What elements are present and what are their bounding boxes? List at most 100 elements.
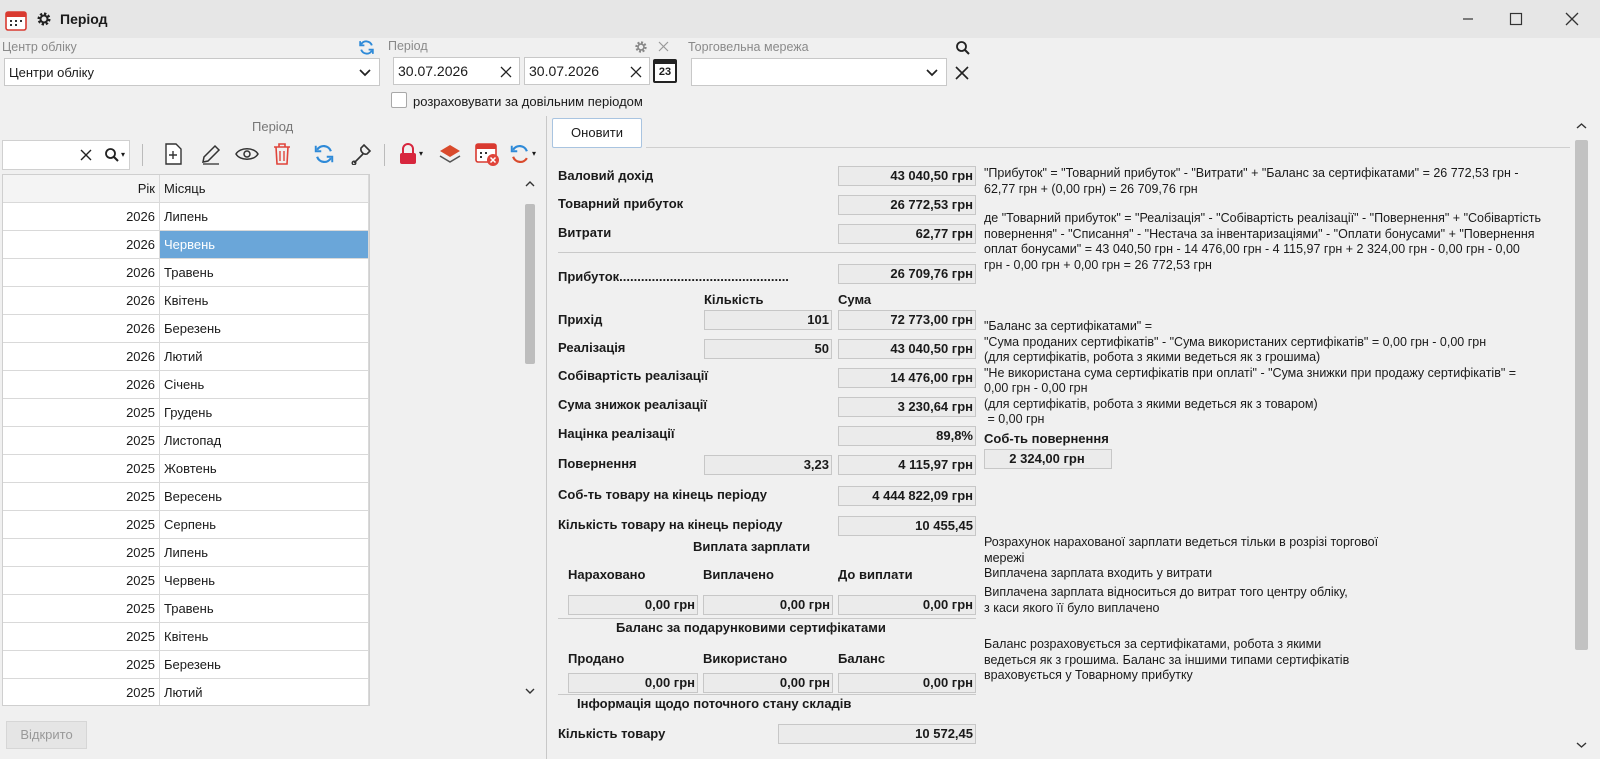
refresh-icon[interactable] bbox=[509, 143, 531, 165]
year-cell[interactable]: 2025 bbox=[3, 539, 160, 566]
table-row[interactable]: 2025 Листопад bbox=[3, 427, 369, 455]
table-row[interactable]: 2025 Вересень bbox=[3, 483, 369, 511]
month-cell[interactable]: Квітень bbox=[160, 287, 369, 314]
year-cell[interactable]: 2025 bbox=[3, 623, 160, 650]
chevron-down-icon[interactable] bbox=[525, 687, 535, 695]
year-cell[interactable]: 2026 bbox=[3, 231, 160, 258]
year-cell[interactable]: 2026 bbox=[3, 259, 160, 286]
refresh-icon[interactable] bbox=[313, 143, 335, 165]
year-cell[interactable]: 2026 bbox=[3, 287, 160, 314]
report-scrollbar[interactable] bbox=[1572, 116, 1592, 759]
qty-header: Кількість bbox=[704, 292, 764, 307]
year-cell[interactable]: 2025 bbox=[3, 511, 160, 538]
table-row[interactable]: 2026 Лютий bbox=[3, 343, 369, 371]
report-scrollbar-thumb[interactable] bbox=[1575, 140, 1588, 650]
clear-icon[interactable] bbox=[658, 41, 669, 52]
month-cell[interactable]: Грудень bbox=[160, 399, 369, 426]
year-cell[interactable]: 2025 bbox=[3, 595, 160, 622]
lock-icon[interactable] bbox=[398, 143, 418, 165]
year-cell[interactable]: 2026 bbox=[3, 371, 160, 398]
clear-icon[interactable] bbox=[500, 66, 512, 78]
year-cell[interactable]: 2026 bbox=[3, 343, 160, 370]
month-cell[interactable]: Липень bbox=[160, 539, 369, 566]
calendar-button[interactable]: 23 bbox=[653, 59, 677, 83]
year-cell[interactable]: 2026 bbox=[3, 315, 160, 342]
table-row[interactable]: 2026 Березень bbox=[3, 315, 369, 343]
grid-search-input[interactable]: ▾ bbox=[2, 140, 130, 170]
table-row[interactable]: 2025 Травень bbox=[3, 595, 369, 623]
center-select[interactable]: Центри обліку bbox=[4, 58, 380, 86]
date-from-input[interactable]: 30.07.2026 bbox=[393, 57, 520, 85]
month-cell[interactable]: Вересень bbox=[160, 483, 369, 510]
table-row[interactable]: 2025 Липень bbox=[3, 539, 369, 567]
year-cell[interactable]: 2025 bbox=[3, 427, 160, 454]
year-cell[interactable]: 2025 bbox=[3, 567, 160, 594]
refresh-menu-chevron[interactable]: ▾ bbox=[532, 149, 536, 158]
table-row[interactable]: 2026 Квітень bbox=[3, 287, 369, 315]
month-cell[interactable]: Жовтень bbox=[160, 455, 369, 482]
table-row[interactable]: 2025 Червень bbox=[3, 567, 369, 595]
network-select[interactable] bbox=[691, 58, 947, 86]
maximize-button[interactable] bbox=[1488, 0, 1544, 38]
month-cell[interactable]: Квітень bbox=[160, 623, 369, 650]
month-cell[interactable]: Травень bbox=[160, 259, 369, 286]
grid-scrollbar[interactable] bbox=[521, 174, 540, 706]
table-row[interactable]: 2026 Травень bbox=[3, 259, 369, 287]
month-cell[interactable]: Січень bbox=[160, 371, 369, 398]
grid-scrollbar-thumb[interactable] bbox=[525, 204, 535, 364]
year-cell[interactable]: 2025 bbox=[3, 679, 160, 705]
close-window-button[interactable] bbox=[1544, 0, 1600, 38]
month-cell[interactable]: Червень bbox=[160, 231, 369, 258]
month-cell[interactable]: Лютий bbox=[160, 343, 369, 370]
month-cell[interactable]: Березень bbox=[160, 651, 369, 678]
month-cell[interactable]: Листопад bbox=[160, 427, 369, 454]
table-row[interactable]: 2025 Лютий bbox=[3, 679, 369, 705]
month-cell[interactable]: Липень bbox=[160, 203, 369, 230]
window-title: Період bbox=[60, 11, 108, 27]
lock-menu-chevron[interactable]: ▾ bbox=[419, 149, 423, 158]
table-row[interactable]: 2025 Жовтень bbox=[3, 455, 369, 483]
edit-icon[interactable] bbox=[200, 143, 222, 165]
date-to-input[interactable]: 30.07.2026 bbox=[524, 57, 650, 85]
table-row[interactable]: 2025 Березень bbox=[3, 651, 369, 679]
chevron-up-icon[interactable] bbox=[1576, 122, 1587, 130]
calendar-close-icon[interactable] bbox=[474, 141, 500, 167]
search-icon[interactable] bbox=[104, 147, 120, 163]
chevron-down-icon[interactable] bbox=[1576, 741, 1587, 749]
clear-icon[interactable] bbox=[80, 149, 92, 161]
month-cell[interactable]: Червень bbox=[160, 567, 369, 594]
table-row[interactable]: 2026 Січень bbox=[3, 371, 369, 399]
refresh-report-button[interactable]: Оновити bbox=[552, 118, 642, 148]
month-cell[interactable]: Березень bbox=[160, 315, 369, 342]
column-year[interactable]: Рік bbox=[3, 175, 160, 202]
arbitrary-period-checkbox[interactable] bbox=[391, 92, 407, 108]
refresh-icon[interactable] bbox=[358, 39, 375, 56]
new-document-icon[interactable] bbox=[163, 142, 183, 166]
layers-icon[interactable] bbox=[438, 142, 462, 166]
year-cell[interactable]: 2025 bbox=[3, 651, 160, 678]
month-cell[interactable]: Лютий bbox=[160, 679, 369, 705]
gear-icon[interactable] bbox=[634, 40, 648, 54]
status-open-button[interactable]: Відкрито bbox=[6, 721, 87, 749]
month-cell[interactable]: Серпень bbox=[160, 511, 369, 538]
table-row[interactable]: 2025 Квітень bbox=[3, 623, 369, 651]
divider bbox=[558, 252, 976, 253]
search-icon[interactable] bbox=[955, 40, 971, 56]
table-row[interactable]: 2026 Червень bbox=[3, 231, 369, 259]
delete-icon[interactable] bbox=[272, 142, 292, 166]
month-cell[interactable]: Травень bbox=[160, 595, 369, 622]
year-cell[interactable]: 2025 bbox=[3, 399, 160, 426]
wrench-icon[interactable] bbox=[350, 143, 372, 165]
table-row[interactable]: 2025 Серпень bbox=[3, 511, 369, 539]
table-row[interactable]: 2025 Грудень bbox=[3, 399, 369, 427]
view-icon[interactable] bbox=[235, 146, 259, 162]
column-month[interactable]: Місяць bbox=[160, 175, 369, 202]
chevron-up-icon[interactable] bbox=[525, 180, 535, 188]
clear-icon[interactable] bbox=[955, 66, 969, 80]
clear-icon[interactable] bbox=[630, 66, 642, 78]
year-cell[interactable]: 2026 bbox=[3, 203, 160, 230]
year-cell[interactable]: 2025 bbox=[3, 483, 160, 510]
table-row[interactable]: 2026 Липень bbox=[3, 203, 369, 231]
markup-value: 89,8% bbox=[838, 426, 976, 446]
year-cell[interactable]: 2025 bbox=[3, 455, 160, 482]
